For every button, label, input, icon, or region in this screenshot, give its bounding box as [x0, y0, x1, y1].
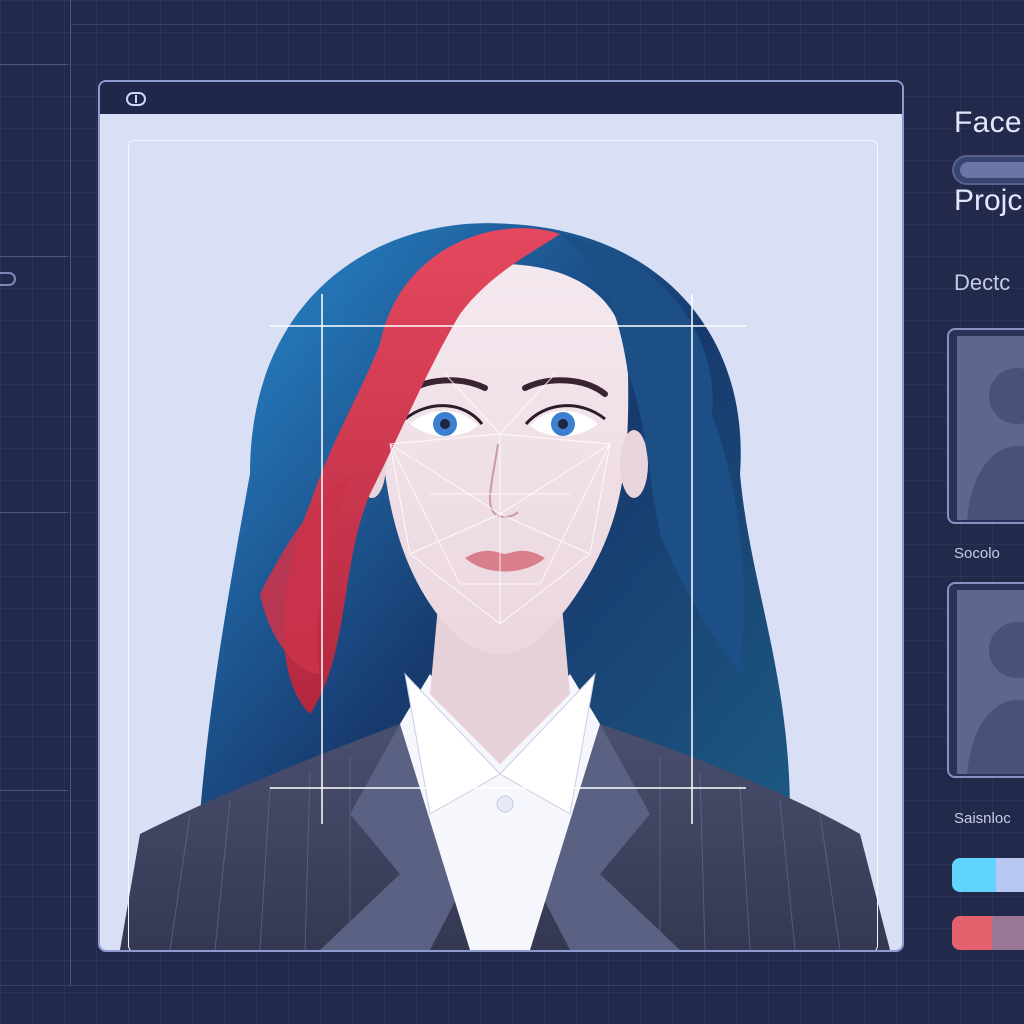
sidebar-divider [0, 790, 68, 791]
toggle-icon[interactable] [126, 92, 146, 106]
slider-thumb[interactable] [960, 162, 1024, 178]
panel-subtitle: Projc [954, 184, 1023, 217]
top-divider [70, 24, 1024, 25]
bottom-divider [0, 985, 1024, 986]
sidebar-divider [0, 256, 68, 257]
panel-title: Face [954, 106, 1022, 139]
cyan-color-bar[interactable] [952, 858, 1024, 892]
image-canvas[interactable] [100, 114, 902, 950]
thumbnail-card[interactable] [947, 328, 1024, 524]
panel-slider[interactable] [952, 155, 1024, 185]
red-color-bar[interactable] [952, 916, 1024, 950]
right-panel: Face Projc Dectc Socolo Saisnloc [930, 0, 1024, 1024]
image-viewer-window [98, 80, 904, 952]
viewer-titlebar [100, 82, 902, 114]
person-silhouette-icon [957, 336, 1024, 520]
section-label: Dectc [954, 270, 1011, 295]
left-sidebar [0, 0, 71, 985]
sidebar-toggle-button[interactable] [0, 272, 16, 286]
thumbnail-card[interactable] [947, 582, 1024, 778]
sidebar-divider [0, 512, 68, 513]
thumbnail-caption: Socolo [954, 545, 1000, 562]
detection-frame [128, 140, 878, 950]
sidebar-divider [0, 64, 68, 65]
person-silhouette-icon [957, 590, 1024, 774]
thumbnail-caption: Saisnloc [954, 810, 1011, 827]
